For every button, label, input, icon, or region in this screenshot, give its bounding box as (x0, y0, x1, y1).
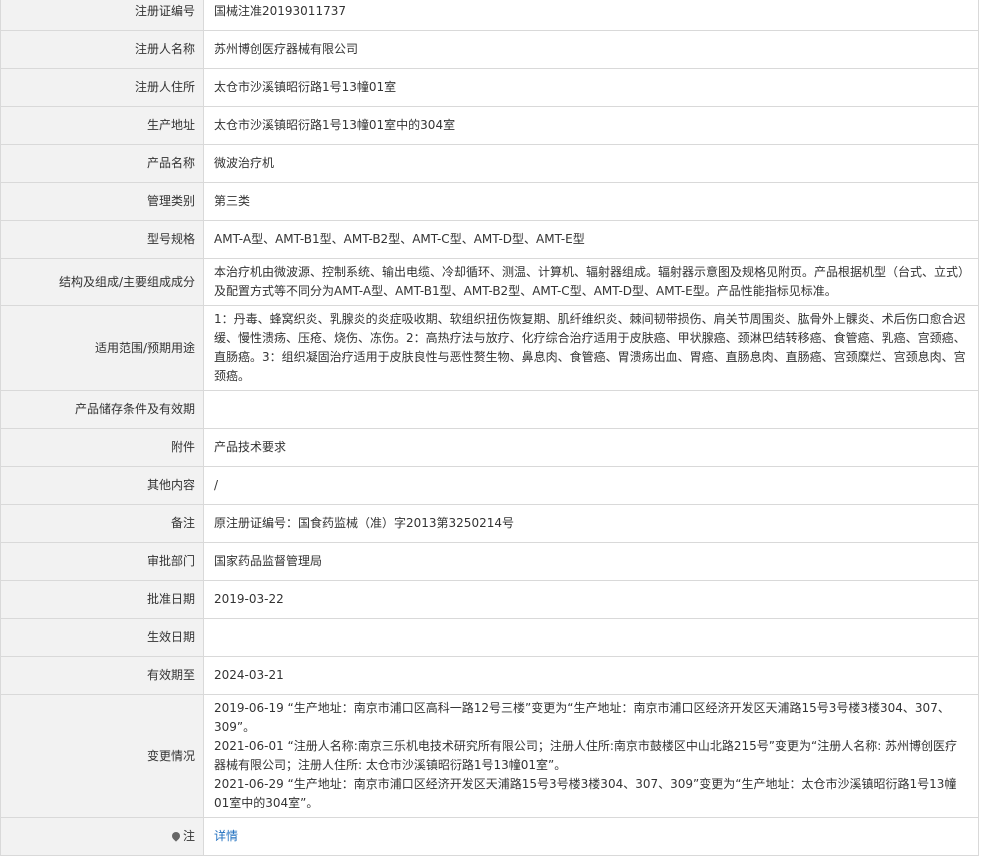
row-other-content: 其他内容 / (0, 466, 979, 505)
row-attachment: 附件 产品技术要求 (0, 428, 979, 467)
label: 审批部门 (0, 542, 204, 581)
detail-wrapper: 注册证编号 国械注准20193011737 注册人名称 苏州博创医疗器械有限公司… (0, 0, 979, 856)
row-registrant-address: 注册人住所 太仓市沙溪镇昭衍路1号13幢01室 (0, 68, 979, 107)
label: 注册证编号 (0, 0, 204, 31)
value: 产品技术要求 (203, 428, 979, 467)
label: 注 (182, 829, 195, 843)
value (203, 618, 979, 657)
row-management-category: 管理类别 第三类 (0, 182, 979, 221)
registration-detail-table: 注册证编号 国械注准20193011737 注册人名称 苏州博创医疗器械有限公司… (0, 0, 979, 856)
value: AMT-A型、AMT-B1型、AMT-B2型、AMT-C型、AMT-D型、AMT… (203, 220, 979, 259)
label: 注册人名称 (0, 30, 204, 69)
row-registrant-name: 注册人名称 苏州博创医疗器械有限公司 (0, 30, 979, 69)
value: 本治疗机由微波源、控制系统、输出电缆、冷却循环、测温、计算机、辐射器组成。辐射器… (203, 258, 979, 306)
label: 结构及组成/主要组成成分 (0, 258, 204, 306)
value: 苏州博创医疗器械有限公司 (203, 30, 979, 69)
value: 国械注准20193011737 (203, 0, 979, 31)
label: 生效日期 (0, 618, 204, 657)
row-storage-conditions: 产品储存条件及有效期 (0, 390, 979, 429)
value: 第三类 (203, 182, 979, 221)
change-entry: 2021-06-01 “注册人名称:南京三乐机电技术研究所有限公司；注册人住所:… (214, 739, 958, 772)
label: 备注 (0, 504, 204, 543)
label: 生产地址 (0, 106, 204, 145)
label: 附件 (0, 428, 204, 467)
value: 太仓市沙溪镇昭衍路1号13幢01室 (203, 68, 979, 107)
change-entry: 2019-06-19 “生产地址：南京市浦口区高科一路12号三楼”变更为“生产地… (214, 701, 950, 734)
value: 1：丹毒、蜂窝织炎、乳腺炎的炎症吸收期、软组织扭伤恢复期、肌纤维织炎、棘间韧带损… (203, 305, 979, 391)
row-effective-date: 生效日期 (0, 618, 979, 657)
row-change-history: 变更情况 2019-06-19 “生产地址：南京市浦口区高科一路12号三楼”变更… (0, 694, 979, 818)
value (203, 390, 979, 429)
row-model-spec: 型号规格 AMT-A型、AMT-B1型、AMT-B2型、AMT-C型、AMT-D… (0, 220, 979, 259)
label: 其他内容 (0, 466, 204, 505)
details-link[interactable]: 详情 (214, 829, 238, 843)
row-product-name: 产品名称 微波治疗机 (0, 144, 979, 183)
label: 批准日期 (0, 580, 204, 619)
row-intended-use: 适用范围/预期用途 1：丹毒、蜂窝织炎、乳腺炎的炎症吸收期、软组织扭伤恢复期、肌… (0, 305, 979, 391)
row-production-address: 生产地址 太仓市沙溪镇昭衍路1号13幢01室中的304室 (0, 106, 979, 145)
label: 注册人住所 (0, 68, 204, 107)
value: / (203, 466, 979, 505)
change-entry: 2021-06-29 “生产地址：南京市浦口区经济开发区天浦路15号3号楼3楼3… (214, 777, 957, 810)
row-registration-number: 注册证编号 国械注准20193011737 (0, 0, 979, 31)
location-pin-icon (170, 830, 182, 842)
row-note: 注 详情 (0, 817, 979, 856)
value: 太仓市沙溪镇昭衍路1号13幢01室中的304室 (203, 106, 979, 145)
value: 原注册证编号：国食药监械（准）字2013第3250214号 (203, 504, 979, 543)
value: 2024-03-21 (203, 656, 979, 695)
row-approval-date: 批准日期 2019-03-22 (0, 580, 979, 619)
label: 有效期至 (0, 656, 204, 695)
value: 微波治疗机 (203, 144, 979, 183)
label: 变更情况 (0, 694, 204, 818)
label: 产品储存条件及有效期 (0, 390, 204, 429)
label: 管理类别 (0, 182, 204, 221)
change-history-value: 2019-06-19 “生产地址：南京市浦口区高科一路12号三楼”变更为“生产地… (203, 694, 979, 818)
note-label-cell: 注 (0, 817, 204, 856)
label: 产品名称 (0, 144, 204, 183)
value: 详情 (203, 817, 979, 856)
value: 国家药品监督管理局 (203, 542, 979, 581)
value: 2019-03-22 (203, 580, 979, 619)
label: 型号规格 (0, 220, 204, 259)
row-valid-until: 有效期至 2024-03-21 (0, 656, 979, 695)
row-approval-department: 审批部门 国家药品监督管理局 (0, 542, 979, 581)
label: 适用范围/预期用途 (0, 305, 204, 391)
row-remarks: 备注 原注册证编号：国食药监械（准）字2013第3250214号 (0, 504, 979, 543)
row-structure-composition: 结构及组成/主要组成成分 本治疗机由微波源、控制系统、输出电缆、冷却循环、测温、… (0, 258, 979, 306)
